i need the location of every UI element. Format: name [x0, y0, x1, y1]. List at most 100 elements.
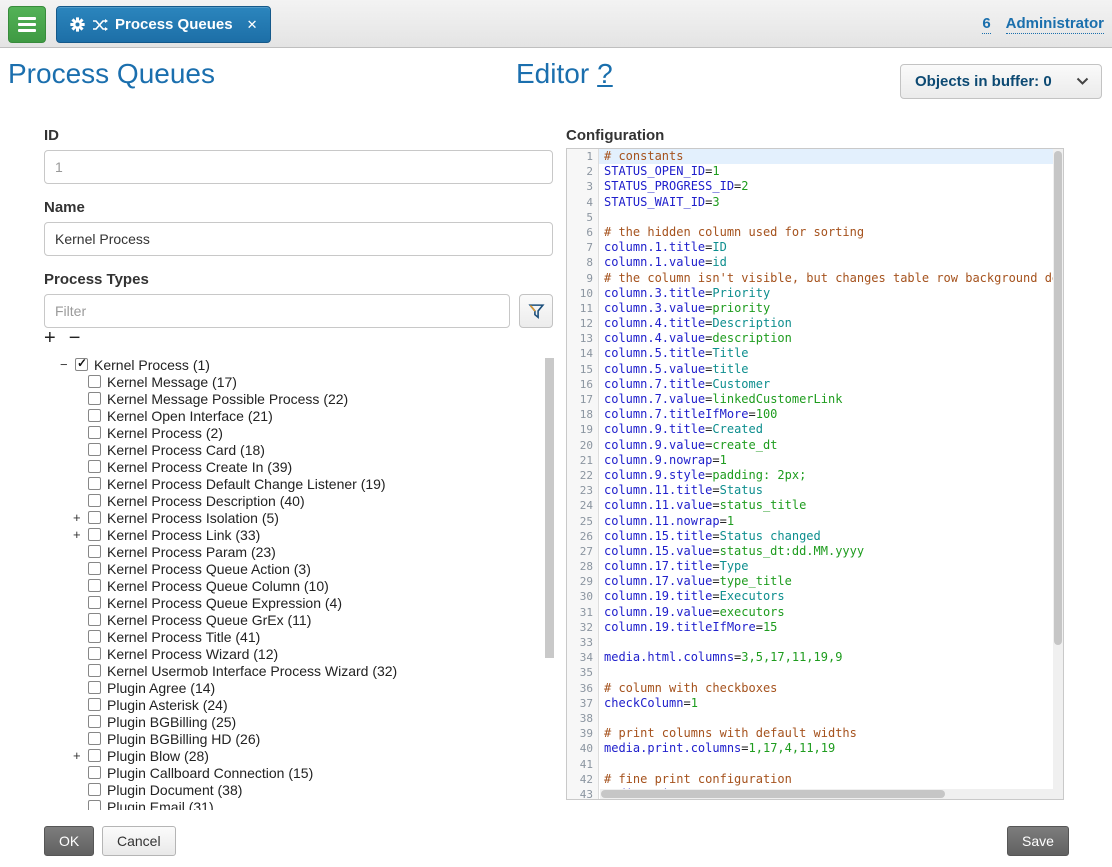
filter-input[interactable]	[44, 294, 510, 328]
tree-item-label[interactable]: Kernel Process Queue GrEx (11)	[107, 612, 311, 628]
ok-button[interactable]: OK	[44, 826, 94, 856]
tree-item-label[interactable]: Plugin Callboard Connection (15)	[107, 765, 313, 781]
tree-item-label[interactable]: Kernel Open Interface (21)	[107, 408, 273, 424]
help-link[interactable]: ?	[597, 58, 613, 89]
code-line[interactable]: # column with checkboxes	[599, 681, 1063, 696]
scrollbar-thumb[interactable]	[601, 790, 945, 798]
code-line[interactable]: column.7.title=Customer	[599, 377, 1063, 392]
tree-item-label[interactable]: Kernel Process (2)	[107, 425, 223, 441]
code-line[interactable]: STATUS_OPEN_ID=1	[599, 164, 1063, 179]
tree-checkbox[interactable]	[88, 630, 101, 643]
code-line[interactable]: STATUS_PROGRESS_ID=2	[599, 179, 1063, 194]
tree-item-label[interactable]: Kernel Process Param (23)	[107, 544, 276, 560]
code-line[interactable]: column.9.value=create_dt	[599, 438, 1063, 453]
code-line[interactable]: column.3.value=priority	[599, 301, 1063, 316]
tree-item-label[interactable]: Kernel Message (17)	[107, 374, 237, 390]
code-line[interactable]: column.11.value=status_title	[599, 498, 1063, 513]
code-line[interactable]: column.11.nowrap=1	[599, 514, 1063, 529]
session-count-link[interactable]: 6	[982, 15, 990, 34]
tree-checkbox[interactable]	[88, 477, 101, 490]
tree-checkbox[interactable]	[88, 664, 101, 677]
id-field[interactable]	[44, 150, 553, 184]
tree-checkbox[interactable]	[88, 613, 101, 626]
tree-checkbox[interactable]	[88, 494, 101, 507]
code-line[interactable]: column.4.title=Description	[599, 316, 1063, 331]
save-button[interactable]: Save	[1007, 826, 1069, 856]
collapse-all-button[interactable]: −	[69, 328, 81, 348]
tree-scrollbar[interactable]	[545, 358, 554, 658]
scrollbar-thumb[interactable]	[1054, 151, 1062, 645]
objects-in-buffer-dropdown[interactable]: Objects in buffer: 0	[900, 64, 1102, 99]
code-line[interactable]: # the hidden column used for sorting	[599, 225, 1063, 240]
tree-item-label[interactable]: Plugin Email (31)	[107, 799, 214, 811]
tree-item-label[interactable]: Kernel Process Link (33)	[107, 527, 260, 543]
code-line[interactable]: column.1.title=ID	[599, 240, 1063, 255]
filter-button[interactable]	[519, 294, 553, 328]
editor-vertical-scrollbar[interactable]	[1053, 149, 1063, 799]
code-line[interactable]: # fine print configuration	[599, 772, 1063, 787]
cancel-button[interactable]: Cancel	[102, 826, 176, 856]
code-line[interactable]: column.11.title=Status	[599, 483, 1063, 498]
tree-checkbox[interactable]	[88, 766, 101, 779]
code-line[interactable]	[599, 711, 1063, 726]
tree-checkbox[interactable]	[88, 749, 101, 762]
collapse-icon[interactable]: −	[60, 357, 75, 372]
tree-checkbox[interactable]	[88, 647, 101, 660]
code-line[interactable]: column.17.value=type_title	[599, 574, 1063, 589]
tree-item-label[interactable]: Kernel Process Isolation (5)	[107, 510, 279, 526]
code-line[interactable]: column.9.style=padding: 2px;	[599, 468, 1063, 483]
code-line[interactable]: column.15.value=status_dt:dd.MM.yyyy	[599, 544, 1063, 559]
code-line[interactable]: column.3.title=Priority	[599, 286, 1063, 301]
tree-item-label[interactable]: Plugin Asterisk (24)	[107, 697, 228, 713]
code-line[interactable]: column.1.value=id	[599, 255, 1063, 270]
tree-checkbox[interactable]	[88, 698, 101, 711]
code-line[interactable]	[599, 210, 1063, 225]
tree-item-label[interactable]: Kernel Usermob Interface Process Wizard …	[107, 663, 397, 679]
tree-checkbox[interactable]	[88, 460, 101, 473]
code-line[interactable]: column.7.value=linkedCustomerLink	[599, 392, 1063, 407]
expand-all-button[interactable]: +	[44, 328, 56, 348]
tree-checkbox[interactable]	[88, 392, 101, 405]
tree-checkbox[interactable]	[88, 545, 101, 558]
tree-item-label[interactable]: Plugin Document (38)	[107, 782, 242, 798]
user-name-link[interactable]: Administrator	[1006, 15, 1104, 34]
code-line[interactable]: column.19.titleIfMore=15	[599, 620, 1063, 635]
tree-item-label[interactable]: Kernel Process Default Change Listener (…	[107, 476, 386, 492]
tree-checkbox[interactable]	[88, 426, 101, 439]
name-field[interactable]	[44, 222, 553, 256]
code-line[interactable]: # the column isn't visible, but changes …	[599, 271, 1063, 286]
tree-item-label[interactable]: Kernel Process Queue Action (3)	[107, 561, 311, 577]
tree-checkbox[interactable]	[88, 375, 101, 388]
expand-icon[interactable]: +	[73, 510, 88, 525]
tree-checkbox[interactable]	[88, 562, 101, 575]
tree-item-label[interactable]: Kernel Process Queue Column (10)	[107, 578, 329, 594]
code-line[interactable]: # constants	[599, 149, 1063, 164]
code-line[interactable]: # print columns with default widths	[599, 726, 1063, 741]
code-line[interactable]: STATUS_WAIT_ID=3	[599, 195, 1063, 210]
tree-item-label[interactable]: Plugin Blow (28)	[107, 748, 209, 764]
tree-checkbox[interactable]	[88, 579, 101, 592]
tree-item-label[interactable]: Kernel Process Description (40)	[107, 493, 305, 509]
tree-item-label[interactable]: Kernel Process Wizard (12)	[107, 646, 278, 662]
tree-checkbox[interactable]	[88, 511, 101, 524]
tree-item-label[interactable]: Kernel Process Queue Expression (4)	[107, 595, 342, 611]
expand-icon[interactable]: +	[73, 748, 88, 763]
tree-checkbox[interactable]	[88, 443, 101, 456]
code-line[interactable]	[599, 635, 1063, 650]
code-line[interactable]: column.4.value=description	[599, 331, 1063, 346]
close-icon[interactable]: ✕	[247, 17, 258, 33]
tree-item-label[interactable]: Plugin Agree (14)	[107, 680, 215, 696]
code-line[interactable]: media.print.columns=1,17,4,11,19	[599, 741, 1063, 756]
tree-item-label[interactable]: Kernel Message Possible Process (22)	[107, 391, 348, 407]
code-line[interactable]: column.7.titleIfMore=100	[599, 407, 1063, 422]
tree-checkbox[interactable]	[88, 732, 101, 745]
tree-item-label[interactable]: Kernel Process (1)	[94, 357, 210, 373]
code-line[interactable]: column.9.nowrap=1	[599, 453, 1063, 468]
code-line[interactable]: column.5.title=Title	[599, 346, 1063, 361]
tree-checkbox[interactable]	[88, 681, 101, 694]
tree-item-label[interactable]: Kernel Process Title (41)	[107, 629, 260, 645]
code-line[interactable]	[599, 757, 1063, 772]
code-line[interactable]: column.15.title=Status changed	[599, 529, 1063, 544]
tree-checkbox[interactable]	[88, 783, 101, 796]
code-line[interactable]: column.17.title=Type	[599, 559, 1063, 574]
